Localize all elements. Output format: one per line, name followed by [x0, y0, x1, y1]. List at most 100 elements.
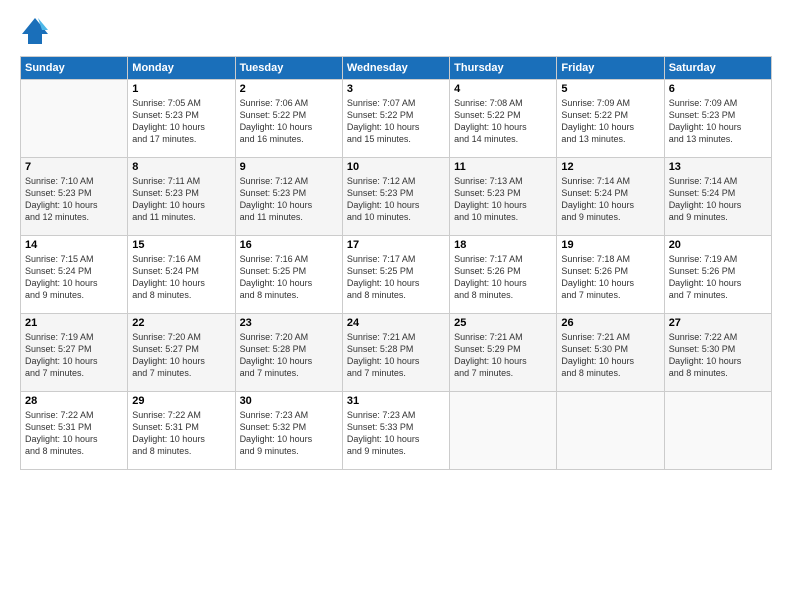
calendar-cell [557, 392, 664, 470]
day-info: Sunrise: 7:22 AM Sunset: 5:31 PM Dayligh… [25, 409, 123, 458]
calendar-cell: 4 Sunrise: 7:08 AM Sunset: 5:22 PM Daylig… [450, 80, 557, 158]
day-number: 13 [669, 161, 767, 173]
day-number: 5 [561, 83, 659, 95]
day-number: 1 [132, 83, 230, 95]
calendar-cell: 2 Sunrise: 7:06 AM Sunset: 5:22 PM Daylig… [235, 80, 342, 158]
calendar-week-row: 14 Sunrise: 7:15 AM Sunset: 5:24 PM Dayli… [21, 236, 772, 314]
weekday-header: Saturday [664, 57, 771, 80]
logo-icon [20, 16, 50, 46]
day-info: Sunrise: 7:19 AM Sunset: 5:27 PM Dayligh… [25, 331, 123, 380]
day-info: Sunrise: 7:20 AM Sunset: 5:28 PM Dayligh… [240, 331, 338, 380]
weekday-header: Wednesday [342, 57, 449, 80]
day-number: 9 [240, 161, 338, 173]
day-info: Sunrise: 7:23 AM Sunset: 5:32 PM Dayligh… [240, 409, 338, 458]
calendar-cell: 27 Sunrise: 7:22 AM Sunset: 5:30 PM Dayli… [664, 314, 771, 392]
day-number: 23 [240, 317, 338, 329]
day-number: 8 [132, 161, 230, 173]
calendar-cell: 19Sunrise: 7:18 AM Sunset: 5:26 PM Dayli… [557, 236, 664, 314]
logo [20, 16, 54, 46]
day-info: Sunrise: 7:18 AM Sunset: 5:26 PM Dayligh… [561, 253, 659, 302]
calendar-cell: 17 Sunrise: 7:17 AM Sunset: 5:25 PM Dayli… [342, 236, 449, 314]
day-number: 16 [240, 239, 338, 251]
day-info: Sunrise: 7:06 AM Sunset: 5:22 PM Dayligh… [240, 97, 338, 146]
calendar-week-row: 21 Sunrise: 7:19 AM Sunset: 5:27 PM Dayli… [21, 314, 772, 392]
calendar-cell: 6 Sunrise: 7:09 AM Sunset: 5:23 PM Daylig… [664, 80, 771, 158]
calendar-cell [664, 392, 771, 470]
calendar-cell: 3 Sunrise: 7:07 AM Sunset: 5:22 PM Daylig… [342, 80, 449, 158]
day-number: 26 [561, 317, 659, 329]
weekday-header: Thursday [450, 57, 557, 80]
day-number: 2 [240, 83, 338, 95]
calendar-cell: 25Sunrise: 7:21 AM Sunset: 5:29 PM Dayli… [450, 314, 557, 392]
calendar-cell: 21 Sunrise: 7:19 AM Sunset: 5:27 PM Dayli… [21, 314, 128, 392]
calendar-cell: 13 Sunrise: 7:14 AM Sunset: 5:24 PM Dayli… [664, 158, 771, 236]
calendar-week-row: 1 Sunrise: 7:05 AM Sunset: 5:23 PM Daylig… [21, 80, 772, 158]
calendar-cell [450, 392, 557, 470]
day-info: Sunrise: 7:17 AM Sunset: 5:25 PM Dayligh… [347, 253, 445, 302]
day-info: Sunrise: 7:23 AM Sunset: 5:33 PM Dayligh… [347, 409, 445, 458]
day-info: Sunrise: 7:16 AM Sunset: 5:24 PM Dayligh… [132, 253, 230, 302]
day-number: 4 [454, 83, 552, 95]
calendar-cell [21, 80, 128, 158]
day-info: Sunrise: 7:05 AM Sunset: 5:23 PM Dayligh… [132, 97, 230, 146]
calendar-cell: 30 Sunrise: 7:23 AM Sunset: 5:32 PM Dayli… [235, 392, 342, 470]
day-info: Sunrise: 7:11 AM Sunset: 5:23 PM Dayligh… [132, 175, 230, 224]
page: SundayMondayTuesdayWednesdayThursdayFrid… [0, 0, 792, 612]
day-number: 24 [347, 317, 445, 329]
day-number: 12 [561, 161, 659, 173]
day-number: 14 [25, 239, 123, 251]
day-number: 18 [454, 239, 552, 251]
calendar-header-row: SundayMondayTuesdayWednesdayThursdayFrid… [21, 57, 772, 80]
day-number: 7 [25, 161, 123, 173]
calendar-cell: 11Sunrise: 7:13 AM Sunset: 5:23 PM Dayli… [450, 158, 557, 236]
day-info: Sunrise: 7:14 AM Sunset: 5:24 PM Dayligh… [669, 175, 767, 224]
day-number: 28 [25, 395, 123, 407]
day-info: Sunrise: 7:12 AM Sunset: 5:23 PM Dayligh… [240, 175, 338, 224]
day-number: 20 [669, 239, 767, 251]
day-number: 10 [347, 161, 445, 173]
calendar-cell: 15Sunrise: 7:16 AM Sunset: 5:24 PM Dayli… [128, 236, 235, 314]
day-number: 17 [347, 239, 445, 251]
calendar-cell: 10Sunrise: 7:12 AM Sunset: 5:23 PM Dayli… [342, 158, 449, 236]
calendar-cell: 26Sunrise: 7:21 AM Sunset: 5:30 PM Dayli… [557, 314, 664, 392]
day-number: 31 [347, 395, 445, 407]
calendar-cell: 7 Sunrise: 7:10 AM Sunset: 5:23 PM Daylig… [21, 158, 128, 236]
weekday-header: Tuesday [235, 57, 342, 80]
header [20, 16, 772, 46]
calendar-week-row: 7 Sunrise: 7:10 AM Sunset: 5:23 PM Daylig… [21, 158, 772, 236]
calendar-cell: 20 Sunrise: 7:19 AM Sunset: 5:26 PM Dayli… [664, 236, 771, 314]
day-info: Sunrise: 7:09 AM Sunset: 5:22 PM Dayligh… [561, 97, 659, 146]
calendar-cell: 18 Sunrise: 7:17 AM Sunset: 5:26 PM Dayli… [450, 236, 557, 314]
calendar-cell: 14 Sunrise: 7:15 AM Sunset: 5:24 PM Dayli… [21, 236, 128, 314]
calendar-cell: 29Sunrise: 7:22 AM Sunset: 5:31 PM Dayli… [128, 392, 235, 470]
calendar-cell: 24 Sunrise: 7:21 AM Sunset: 5:28 PM Dayli… [342, 314, 449, 392]
day-number: 22 [132, 317, 230, 329]
day-info: Sunrise: 7:10 AM Sunset: 5:23 PM Dayligh… [25, 175, 123, 224]
day-info: Sunrise: 7:20 AM Sunset: 5:27 PM Dayligh… [132, 331, 230, 380]
day-info: Sunrise: 7:19 AM Sunset: 5:26 PM Dayligh… [669, 253, 767, 302]
day-info: Sunrise: 7:08 AM Sunset: 5:22 PM Dayligh… [454, 97, 552, 146]
calendar-table: SundayMondayTuesdayWednesdayThursdayFrid… [20, 56, 772, 470]
day-info: Sunrise: 7:21 AM Sunset: 5:28 PM Dayligh… [347, 331, 445, 380]
day-info: Sunrise: 7:07 AM Sunset: 5:22 PM Dayligh… [347, 97, 445, 146]
calendar-cell: 9 Sunrise: 7:12 AM Sunset: 5:23 PM Daylig… [235, 158, 342, 236]
calendar-cell: 8 Sunrise: 7:11 AM Sunset: 5:23 PM Daylig… [128, 158, 235, 236]
day-info: Sunrise: 7:17 AM Sunset: 5:26 PM Dayligh… [454, 253, 552, 302]
day-number: 11 [454, 161, 552, 173]
calendar-cell: 22 Sunrise: 7:20 AM Sunset: 5:27 PM Dayli… [128, 314, 235, 392]
day-number: 29 [132, 395, 230, 407]
day-number: 30 [240, 395, 338, 407]
day-info: Sunrise: 7:14 AM Sunset: 5:24 PM Dayligh… [561, 175, 659, 224]
calendar-cell: 23 Sunrise: 7:20 AM Sunset: 5:28 PM Dayli… [235, 314, 342, 392]
day-info: Sunrise: 7:22 AM Sunset: 5:30 PM Dayligh… [669, 331, 767, 380]
day-number: 27 [669, 317, 767, 329]
day-info: Sunrise: 7:15 AM Sunset: 5:24 PM Dayligh… [25, 253, 123, 302]
calendar-cell: 16Sunrise: 7:16 AM Sunset: 5:25 PM Dayli… [235, 236, 342, 314]
day-number: 21 [25, 317, 123, 329]
day-info: Sunrise: 7:09 AM Sunset: 5:23 PM Dayligh… [669, 97, 767, 146]
day-number: 25 [454, 317, 552, 329]
day-number: 3 [347, 83, 445, 95]
calendar-week-row: 28 Sunrise: 7:22 AM Sunset: 5:31 PM Dayli… [21, 392, 772, 470]
weekday-header: Sunday [21, 57, 128, 80]
day-number: 6 [669, 83, 767, 95]
